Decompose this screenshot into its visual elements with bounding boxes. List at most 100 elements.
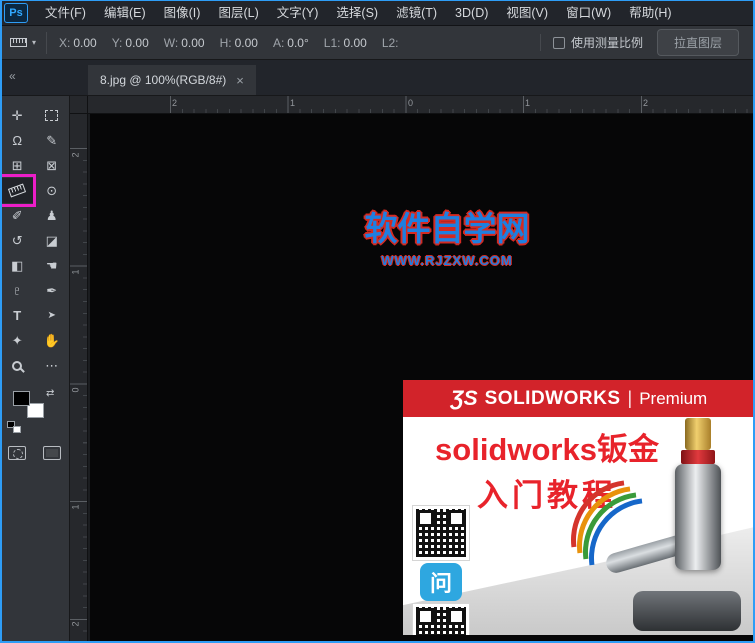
readout-x-label: X: <box>59 35 71 50</box>
solidworks-ad-banner: ƷS SOLIDWORKS | Premium solidworks钣金 入门教… <box>403 380 755 635</box>
close-icon[interactable]: × <box>236 73 244 88</box>
frame-tool[interactable]: ⊠ <box>35 153 70 178</box>
menu-filter[interactable]: 滤镜(T) <box>387 0 446 26</box>
machine-cylinder <box>675 464 721 570</box>
brush-icon: ✐ <box>11 208 23 223</box>
history-brush-tool[interactable]: ↺ <box>0 228 35 253</box>
eraser-icon: ◪ <box>45 233 58 248</box>
menu-layer[interactable]: 图层(L) <box>209 0 267 26</box>
readout-x: X: 0.00 <box>59 36 97 50</box>
ruler-label: 1 <box>525 98 531 108</box>
readout-l1-label: L1: <box>323 35 341 50</box>
readout-h: H: 0.00 <box>220 36 258 50</box>
ruler-label: 1 <box>70 269 81 275</box>
document-tab[interactable]: 8.jpg @ 100%(RGB/8#) × <box>88 65 256 95</box>
smudge-tool[interactable]: ☚ <box>35 253 70 278</box>
menu-window[interactable]: 窗口(W) <box>557 0 620 26</box>
machine-base <box>633 591 741 631</box>
qr-code-bottom <box>412 603 470 635</box>
readout-x-value: 0.00 <box>73 35 97 50</box>
clone-stamp-tool[interactable]: ♟ <box>35 203 70 228</box>
move-tool[interactable]: ✛ <box>0 103 35 128</box>
ad-qr-column: 问 <box>412 505 473 635</box>
marquee-icon <box>45 110 59 121</box>
document-tab-title: 8.jpg @ 100%(RGB/8#) <box>100 73 227 87</box>
ad-machine-render <box>546 394 755 635</box>
machine-red-band <box>681 450 715 464</box>
readout-w-value: 0.00 <box>181 35 205 50</box>
watermark: 软件自学网 WWW.RJZXW.COM <box>365 202 530 268</box>
horizontal-ruler[interactable]: 2 1 0 1 2 <box>88 96 755 114</box>
document-canvas[interactable]: 软件自学网 WWW.RJZXW.COM ƷS SOLIDWORKS | Prem… <box>90 114 755 643</box>
toolbar-bottom-icons <box>0 446 69 460</box>
collapse-panel-icon[interactable]: « <box>9 69 16 83</box>
shape-tool[interactable]: ✦ <box>0 328 35 353</box>
ruler-label: 0 <box>408 98 414 108</box>
ruler-label: 2 <box>70 152 81 158</box>
tool-preset-picker[interactable]: ▾ <box>10 31 48 54</box>
eraser-tool[interactable]: ◪ <box>35 228 70 253</box>
history-brush-icon: ↺ <box>11 233 23 248</box>
ad-edition: Premium <box>639 388 708 408</box>
gradient-tool[interactable]: ◧ <box>0 253 35 278</box>
crop-tool[interactable]: ⊞ <box>0 153 35 178</box>
foreground-color-swatch[interactable] <box>13 391 30 406</box>
default-colors-icon-bg <box>13 426 21 433</box>
menu-help[interactable]: 帮助(H) <box>620 0 680 26</box>
readout-w-label: W: <box>163 35 179 50</box>
use-measurement-scale-label: 使用测量比例 <box>570 36 643 50</box>
pen-icon: ✒ <box>46 283 58 298</box>
readout-l1: L1: 0.00 <box>324 36 367 50</box>
type-icon: T <box>13 308 22 323</box>
lasso-tool[interactable]: Ω <box>0 128 35 153</box>
ad-brand-name: SOLIDWORKS <box>484 387 621 409</box>
chevron-down-icon: ▾ <box>32 38 37 47</box>
swap-colors-icon[interactable]: ⇄ <box>46 388 54 399</box>
marquee-tool[interactable] <box>35 103 70 128</box>
type-tool[interactable]: T <box>0 303 35 328</box>
move-icon: ✛ <box>11 108 23 123</box>
readout-y-value: 0.00 <box>125 35 149 50</box>
hand-icon: ✋ <box>43 333 60 348</box>
ruler-origin-corner[interactable] <box>70 96 88 114</box>
menu-image[interactable]: 图像(I) <box>155 0 210 26</box>
dodge-tool[interactable]: ♇ <box>0 278 35 303</box>
use-measurement-scale-checkbox[interactable] <box>552 36 565 49</box>
frame-icon: ⊠ <box>46 158 58 173</box>
readout-h-value: 0.00 <box>234 35 258 50</box>
healing-brush-tool[interactable]: ⊙ <box>35 178 70 203</box>
quick-selection-tool[interactable]: ✎ <box>35 128 70 153</box>
options-bar: ▾ X: 0.00 Y: 0.00 W: 0.00 H: 0.00 A: 0.0° L1:… <box>0 26 755 60</box>
path-selection-icon: ➤ <box>47 309 56 321</box>
document-tab-bar: « 8.jpg @ 100%(RGB/8#) × <box>0 60 755 96</box>
pen-tool[interactable]: ✒ <box>35 278 70 303</box>
menu-file[interactable]: 文件(F) <box>36 0 95 26</box>
ruler-tool[interactable] <box>0 174 36 207</box>
ruler-label: 1 <box>70 504 81 510</box>
photoshop-window: Ps 文件(F) 编辑(E) 图像(I) 图层(L) 文字(Y) 选择(S) 滤… <box>0 0 755 643</box>
straighten-layer-button[interactable]: 拉直图层 <box>656 29 739 56</box>
edit-toolbar[interactable]: ⋯ <box>35 353 70 378</box>
ad-divider: | <box>627 388 633 408</box>
readout-l2-label: L2: <box>381 35 399 50</box>
menu-view[interactable]: 视图(V) <box>497 0 557 26</box>
menu-type[interactable]: 文字(Y) <box>268 0 328 26</box>
readout-l2: L2: <box>382 36 402 50</box>
menu-3d[interactable]: 3D(D) <box>446 0 497 26</box>
quick-mask-icon[interactable] <box>8 446 27 460</box>
menu-bar: Ps 文件(F) 编辑(E) 图像(I) 图层(L) 文字(Y) 选择(S) 滤… <box>0 0 755 26</box>
hand-tool[interactable]: ✋ <box>35 328 70 353</box>
watermark-url: WWW.RJZXW.COM <box>381 253 513 268</box>
dassault-logo-icon: ƷS <box>450 386 478 410</box>
vertical-ruler[interactable]: 2 1 0 1 2 <box>70 114 88 643</box>
path-selection-tool[interactable]: ➤ <box>35 303 70 328</box>
brush-tool[interactable]: ✐ <box>0 203 35 228</box>
menu-select[interactable]: 选择(S) <box>327 0 387 26</box>
machine-gold-fitting <box>685 418 711 450</box>
smudge-icon: ☚ <box>45 258 58 273</box>
screen-mode-icon[interactable] <box>42 446 61 460</box>
zoom-tool[interactable] <box>0 353 35 378</box>
readout-w: W: 0.00 <box>164 36 205 50</box>
dodge-icon: ♇ <box>12 283 23 298</box>
menu-edit[interactable]: 编辑(E) <box>95 0 155 26</box>
